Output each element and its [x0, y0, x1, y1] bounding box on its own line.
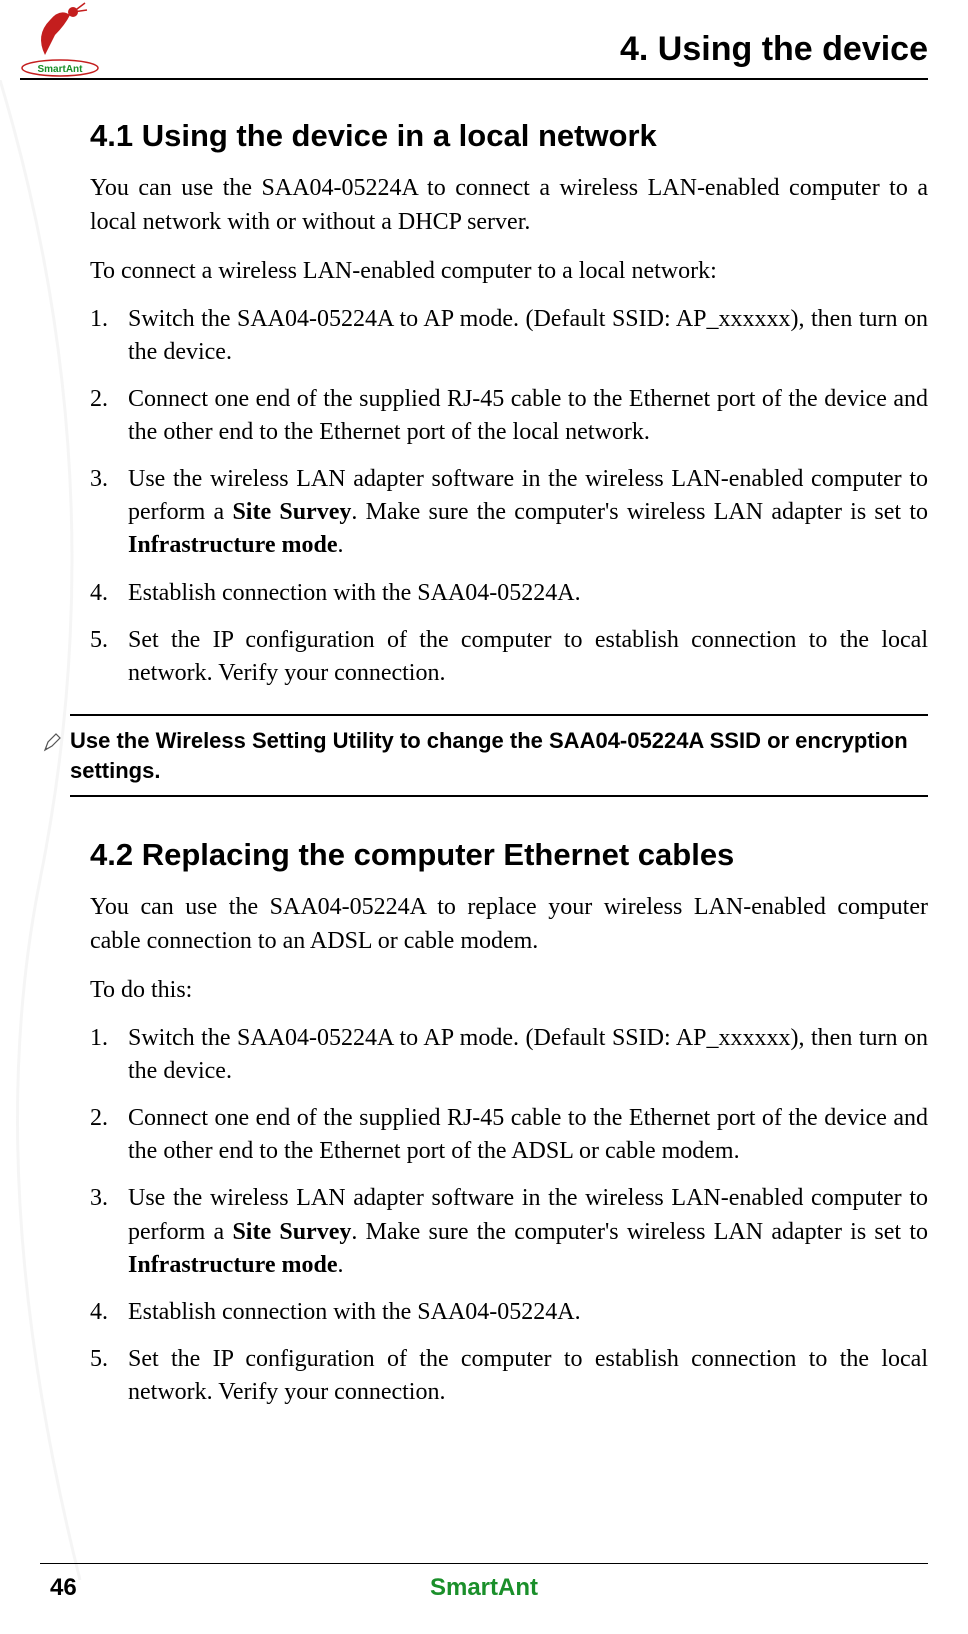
step-item: Establish connection with the SAA04-0522…	[90, 577, 928, 610]
chapter-title: 4. Using the device	[620, 30, 928, 69]
note-pen-icon	[42, 732, 64, 754]
step-item: Establish connection with the SAA04-0522…	[90, 1296, 928, 1329]
note-text: Use the Wireless Setting Utility to chan…	[70, 726, 928, 785]
step-item: Switch the SAA04-05224A to AP mode. (Def…	[90, 303, 928, 369]
step-item: Use the wireless LAN adapter software in…	[90, 463, 928, 562]
step-item: Connect one end of the supplied RJ-45 ca…	[90, 383, 928, 449]
step-item: Use the wireless LAN adapter software in…	[90, 1182, 928, 1281]
section-4-2-heading: 4.2 Replacing the computer Ethernet cabl…	[90, 837, 928, 873]
section-4-2-intro: You can use the SAA04-05224A to replace …	[90, 891, 928, 958]
step-item: Switch the SAA04-05224A to AP mode. (Def…	[90, 1022, 928, 1088]
note-box: Use the Wireless Setting Utility to chan…	[70, 714, 928, 797]
section-4-1-heading: 4.1 Using the device in a local network	[90, 118, 928, 154]
section-4-2-lead: To do this:	[90, 974, 928, 1008]
page-content: 4.1 Using the device in a local network …	[0, 80, 968, 1409]
footer-brand: SmartAnt	[430, 1574, 538, 1602]
svg-text:SmartAnt: SmartAnt	[37, 64, 83, 75]
page-header: SmartAnt 4. Using the device	[20, 0, 928, 80]
smartant-logo: SmartAnt	[15, 0, 105, 78]
page-footer: 46 SmartAnt	[40, 1563, 928, 1602]
section-4-1-steps: Switch the SAA04-05224A to AP mode. (Def…	[90, 303, 928, 690]
step-item: Set the IP configuration of the computer…	[90, 624, 928, 690]
step-item: Set the IP configuration of the computer…	[90, 1343, 928, 1409]
page-number: 46	[50, 1574, 77, 1602]
section-4-1-lead: To connect a wireless LAN-enabled comput…	[90, 255, 928, 289]
section-4-1-intro: You can use the SAA04-05224A to connect …	[90, 172, 928, 239]
section-4-2-steps: Switch the SAA04-05224A to AP mode. (Def…	[90, 1022, 928, 1409]
step-item: Connect one end of the supplied RJ-45 ca…	[90, 1102, 928, 1168]
